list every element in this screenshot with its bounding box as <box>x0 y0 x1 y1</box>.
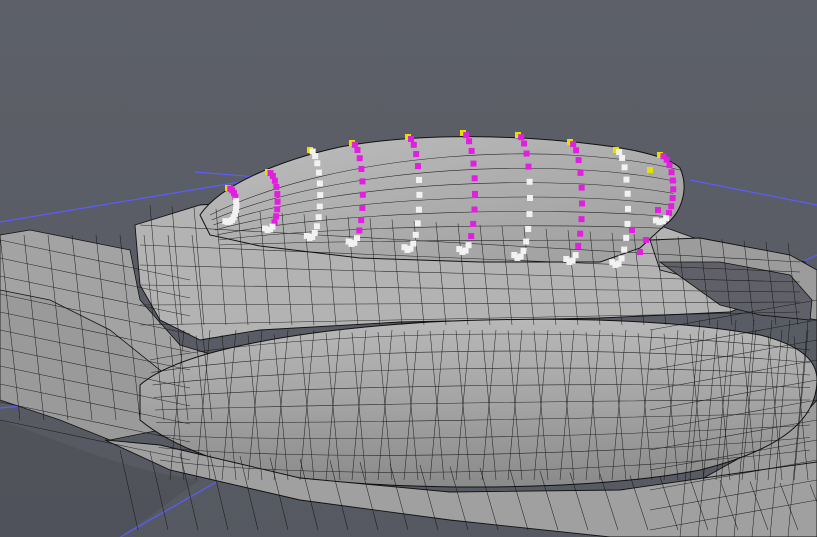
vertex-handle[interactable] <box>456 246 463 253</box>
vertex-handle[interactable] <box>670 186 677 193</box>
vertex-handle[interactable] <box>526 211 533 218</box>
vertex-handle[interactable] <box>520 247 527 254</box>
vertex-handle[interactable] <box>643 237 649 243</box>
vertex-handle[interactable] <box>466 138 473 145</box>
vertex-handle[interactable] <box>359 178 366 185</box>
vertex-handle[interactable] <box>518 134 525 141</box>
vertex-handle[interactable] <box>655 207 661 213</box>
vertex-handle[interactable] <box>647 167 653 173</box>
vertex-handle[interactable] <box>521 140 528 147</box>
vertex-handle[interactable] <box>572 252 579 259</box>
vertex-handle[interactable] <box>663 156 670 163</box>
vertex-handle[interactable] <box>313 223 320 230</box>
vertex-handle[interactable] <box>315 169 322 176</box>
vertex-handle[interactable] <box>471 206 478 213</box>
vertex-handle[interactable] <box>412 231 419 238</box>
vertex-handle[interactable] <box>623 176 630 183</box>
vertex-handle[interactable] <box>573 147 580 154</box>
vertex-handle[interactable] <box>665 210 672 217</box>
vertex-handle[interactable] <box>470 160 477 167</box>
vertex-handle[interactable] <box>356 155 363 162</box>
vertex-handle[interactable] <box>414 163 421 170</box>
vertex-handle[interactable] <box>416 176 423 183</box>
vertex-handle[interactable] <box>222 218 229 225</box>
vertex-handle[interactable] <box>407 135 414 142</box>
vertex-handle[interactable] <box>316 203 323 210</box>
vertex-handle[interactable] <box>303 232 310 239</box>
vertex-handle[interactable] <box>575 242 582 249</box>
vertex-handle[interactable] <box>410 141 417 148</box>
vertex-handle[interactable] <box>356 227 363 234</box>
vertex-handle[interactable] <box>526 178 533 185</box>
vertex-handle[interactable] <box>511 251 518 258</box>
vertex-handle[interactable] <box>316 180 323 187</box>
vertex-handle[interactable] <box>351 141 358 148</box>
vertex-handle[interactable] <box>359 204 366 211</box>
vertex-handle[interactable] <box>575 157 582 164</box>
vertex-handle[interactable] <box>314 160 321 167</box>
vertex-handle[interactable] <box>523 150 530 157</box>
vertex-handle[interactable] <box>624 190 631 197</box>
vertex-handle[interactable] <box>577 230 584 237</box>
vertex-handle[interactable] <box>359 191 366 198</box>
vertex-handle[interactable] <box>621 246 628 253</box>
vertex-handle[interactable] <box>578 184 585 191</box>
vertex-handle[interactable] <box>271 177 278 184</box>
vertex-handle[interactable] <box>465 242 472 249</box>
vertex-handle[interactable] <box>358 165 365 172</box>
vertex-handle[interactable] <box>471 175 478 182</box>
vertex-handle[interactable] <box>358 217 365 224</box>
vertex-handle[interactable] <box>273 213 280 220</box>
vertex-handle[interactable] <box>274 191 281 198</box>
vertex-handle[interactable] <box>624 205 631 212</box>
vertex-handle[interactable] <box>618 255 625 262</box>
vertex-handle[interactable] <box>468 233 475 240</box>
vertex-handle[interactable] <box>354 146 361 153</box>
vertex-handle[interactable] <box>410 240 417 247</box>
vertex-handle[interactable] <box>413 151 420 158</box>
vertex-handle[interactable] <box>616 149 623 156</box>
vertex-handle[interactable] <box>523 238 530 245</box>
vertex-handle[interactable] <box>274 198 281 205</box>
3d-viewport[interactable] <box>0 0 817 537</box>
vertex-handle[interactable] <box>652 217 659 224</box>
vertex-handle[interactable] <box>345 238 352 245</box>
vertex-handle[interactable] <box>609 259 616 266</box>
vertex-handle[interactable] <box>621 164 628 171</box>
vertex-handle[interactable] <box>666 162 673 169</box>
vertex-handle[interactable] <box>570 141 577 148</box>
vertex-handle[interactable] <box>578 216 585 223</box>
vertex-handle[interactable] <box>525 163 532 170</box>
vertex-handle[interactable] <box>668 169 675 176</box>
vertex-handle[interactable] <box>629 227 635 233</box>
vertex-handle[interactable] <box>525 225 532 232</box>
vertex-handle[interactable] <box>262 225 269 232</box>
vertex-handle[interactable] <box>623 234 630 241</box>
vertex-handle[interactable] <box>624 220 631 227</box>
vertex-handle[interactable] <box>463 132 470 139</box>
vertex-handle[interactable] <box>637 249 643 255</box>
vertex-handle[interactable] <box>526 194 533 201</box>
vertex-handle[interactable] <box>470 220 477 227</box>
vertex-handle[interactable] <box>563 256 570 263</box>
vertex-handle[interactable] <box>274 206 281 213</box>
viewport-canvas[interactable] <box>0 0 817 537</box>
vertex-handle[interactable] <box>415 206 422 213</box>
vertex-handle[interactable] <box>401 244 408 251</box>
vertex-handle[interactable] <box>312 153 319 160</box>
vertex-handle[interactable] <box>317 192 324 199</box>
vertex-handle[interactable] <box>669 195 676 202</box>
vertex-handle[interactable] <box>273 183 280 190</box>
vertex-handle[interactable] <box>669 177 676 184</box>
vertex-handle[interactable] <box>416 191 423 198</box>
vertex-handle[interactable] <box>471 190 478 197</box>
vertex-handle[interactable] <box>468 147 475 154</box>
vertex-handle[interactable] <box>619 154 626 161</box>
vertex-handle[interactable] <box>414 220 421 227</box>
vertex-handle[interactable] <box>315 214 322 221</box>
vertex-handle[interactable] <box>577 169 584 176</box>
vertex-handle[interactable] <box>578 200 585 207</box>
vertex-handle[interactable] <box>668 203 675 210</box>
